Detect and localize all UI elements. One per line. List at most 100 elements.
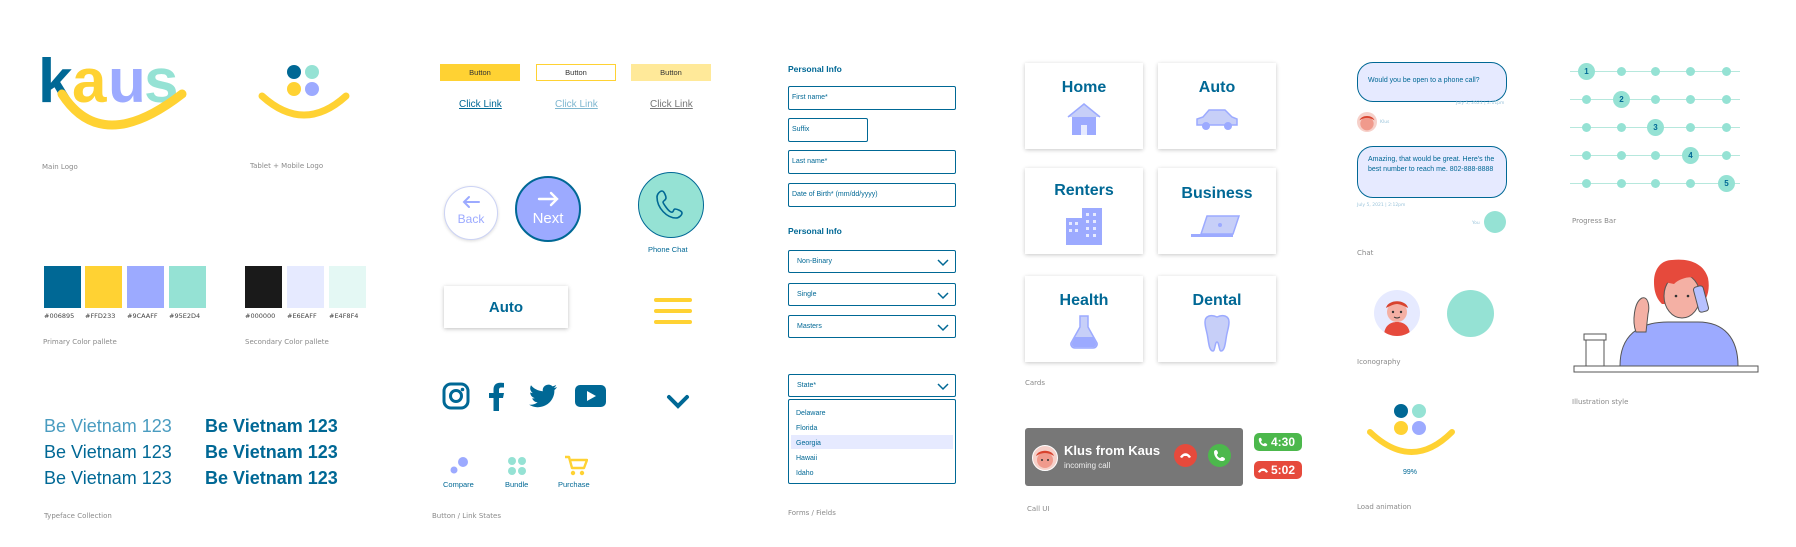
progress-step <box>1582 123 1591 132</box>
accept-call-button[interactable] <box>1208 444 1231 467</box>
main-logo-caption: Main Logo <box>42 163 78 171</box>
twitter-icon[interactable] <box>528 384 558 409</box>
bundle-label[interactable]: Bundle <box>505 480 528 489</box>
hang-up-icon <box>1257 468 1269 473</box>
link-visited[interactable]: Click Link <box>650 99 693 110</box>
logo-letter-u: u <box>108 47 146 116</box>
person-avatar-icon <box>1374 290 1420 336</box>
state-select[interactable]: State* <box>788 374 956 397</box>
card-title: Home <box>1061 79 1107 96</box>
bundle-icon <box>508 457 526 475</box>
progress-step <box>1722 95 1731 104</box>
progress-step <box>1686 179 1695 188</box>
gender-select[interactable]: Non-Binary <box>788 250 956 273</box>
last-name-field[interactable]: Last name* <box>788 150 956 174</box>
secondary-button[interactable]: Button <box>536 64 616 81</box>
state-option-highlighted[interactable]: Georgia <box>796 440 821 447</box>
dob-field[interactable]: Date of Birth* (mm/dd/yyyy) <box>788 183 956 207</box>
chat-sender: Klus <box>1380 120 1390 125</box>
progress-step <box>1617 123 1626 132</box>
swatch-label: #95E2D4 <box>169 312 201 320</box>
progress-step <box>1722 151 1731 160</box>
call-panel: Klus from Kaus incoming call <box>1025 428 1243 486</box>
timer-green-value: 4:30 <box>1271 435 1296 449</box>
call-ui-caption: Call UI <box>1027 505 1050 513</box>
phone-icon <box>1214 450 1225 461</box>
secondary-palette-caption: Secondary Color pallete <box>245 338 329 346</box>
tooth-icon <box>1204 314 1230 352</box>
logo-letter-a: a <box>72 47 107 116</box>
load-percent: 99% <box>1403 469 1418 476</box>
state-option[interactable]: Florida <box>796 425 817 432</box>
hamburger-menu-icon[interactable] <box>654 296 694 326</box>
user-avatar <box>1484 211 1506 233</box>
card-title: Business <box>1181 185 1253 202</box>
load-animation-graphic <box>1364 402 1460 462</box>
link-hover[interactable]: Click Link <box>555 99 598 110</box>
state-option[interactable]: Idaho <box>796 470 814 477</box>
instagram-icon[interactable] <box>442 382 470 410</box>
purchase-label[interactable]: Purchase <box>558 480 590 489</box>
call-status: incoming call <box>1064 461 1111 470</box>
youtube-icon[interactable] <box>575 385 606 407</box>
card-health[interactable]: Health <box>1025 276 1143 362</box>
progress-step <box>1617 67 1626 76</box>
phone-chat-label: Phone Chat <box>648 245 688 254</box>
education-select[interactable]: Masters <box>788 315 956 338</box>
back-label: Back <box>457 212 485 226</box>
link-default[interactable]: Click Link <box>459 99 502 110</box>
decline-call-button[interactable] <box>1174 444 1197 467</box>
card-renters[interactable]: Renters <box>1025 168 1143 254</box>
chevron-down-icon[interactable] <box>666 394 690 410</box>
back-button[interactable]: Back <box>444 186 498 240</box>
marital-status-select[interactable]: Single <box>788 283 956 306</box>
shopping-cart-icon <box>565 455 588 476</box>
chat-timestamp: July 5, 2021 | 2:11pm <box>1456 101 1505 106</box>
house-icon <box>1067 103 1101 135</box>
gender-value: Non-Binary <box>797 258 833 265</box>
compare-label[interactable]: Compare <box>443 480 474 489</box>
suffix-field[interactable]: Suffix <box>788 118 868 142</box>
state-option[interactable]: Hawaii <box>796 455 817 462</box>
timer-red-value: 5:02 <box>1271 463 1296 477</box>
progress-step-active: 1 <box>1578 63 1595 80</box>
progress-step-active: 4 <box>1682 147 1699 164</box>
marital-value: Single <box>797 291 817 298</box>
first-name-placeholder: First name* <box>792 94 828 101</box>
typeface-regular: Be Vietnam 123 <box>44 468 172 488</box>
state-option[interactable]: Delaware <box>796 410 826 417</box>
primary-palette-caption: Primary Color pallete <box>43 338 117 346</box>
chat-sender: You <box>1472 221 1480 226</box>
dob-placeholder: Date of Birth* (mm/dd/yyyy) <box>792 191 878 198</box>
chevron-down-icon <box>937 292 949 300</box>
card-business[interactable]: Business <box>1158 168 1276 254</box>
last-name-placeholder: Last name* <box>792 158 828 165</box>
swatch-label: #E6EAFF <box>287 312 317 320</box>
form-section-title: Personal Info <box>788 226 842 236</box>
next-label: Next <box>532 210 564 227</box>
typeface-light: Be Vietnam 123 <box>44 416 172 436</box>
load-animation-caption: Load animation <box>1357 503 1412 511</box>
flask-icon <box>1070 315 1098 349</box>
next-button[interactable]: Next <box>515 176 581 242</box>
phone-chat-button[interactable] <box>638 172 704 238</box>
illustration-caption: Illustration style <box>1572 398 1629 406</box>
call-timer-green: 4:30 <box>1254 433 1302 451</box>
state-placeholder: State* <box>797 382 817 389</box>
car-icon <box>1196 109 1238 130</box>
chevron-down-icon <box>937 259 949 267</box>
swatch-label: #9CAAFF <box>127 312 158 320</box>
disabled-button[interactable]: Button <box>631 64 711 81</box>
progress-step <box>1582 179 1591 188</box>
card-dental[interactable]: Dental <box>1158 276 1276 362</box>
facebook-icon[interactable] <box>488 381 504 411</box>
caller-name: Klus from Kaus <box>1064 443 1161 458</box>
first-name-field[interactable]: First name* <box>788 86 956 110</box>
primary-button[interactable]: Button <box>440 64 520 81</box>
card-home[interactable]: Home <box>1025 63 1143 149</box>
arrow-left-icon <box>462 196 480 208</box>
card-auto[interactable]: Auto <box>1158 63 1276 149</box>
auto-button[interactable]: Auto <box>444 286 568 328</box>
typeface-bold: Be Vietnam 123 <box>205 442 338 462</box>
chat-bubble-user: Amazing, that would be great. Here's the… <box>1357 146 1507 198</box>
